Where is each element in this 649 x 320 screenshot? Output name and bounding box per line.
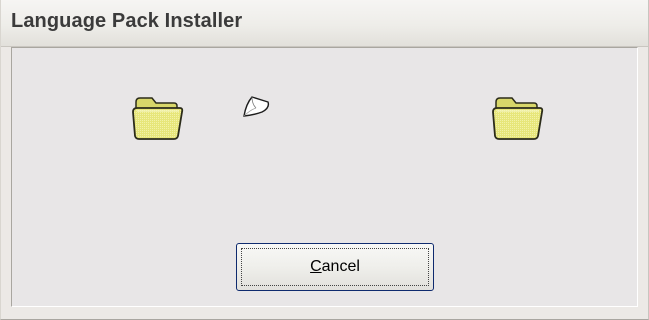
installer-window: Language Pack Installer Cancel (0, 0, 649, 320)
cancel-mnemonic: C (310, 258, 322, 275)
cancel-label-rest: ancel (321, 258, 360, 275)
flying-paper-icon (243, 96, 270, 117)
title-bar[interactable]: Language Pack Installer (1, 0, 648, 47)
cancel-button[interactable]: Cancel (236, 243, 434, 291)
destination-folder-icon (492, 97, 544, 140)
source-folder-icon (132, 97, 184, 140)
progress-animation-panel: Cancel (11, 47, 638, 307)
window-title: Language Pack Installer (11, 10, 243, 32)
cancel-button-label: Cancel (237, 258, 433, 276)
